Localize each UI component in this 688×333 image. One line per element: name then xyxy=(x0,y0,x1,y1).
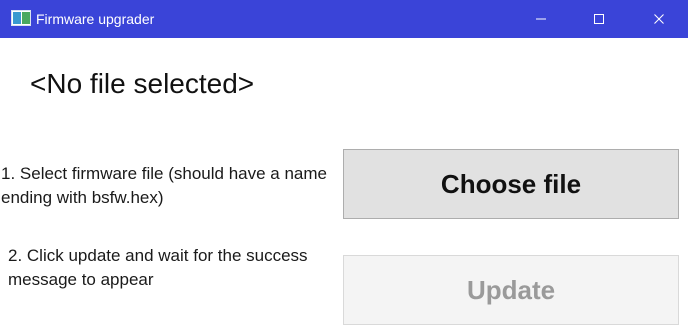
close-button[interactable] xyxy=(636,0,682,38)
choose-file-button[interactable]: Choose file xyxy=(343,149,679,219)
step-1-instruction: 1. Select firmware file (should have a n… xyxy=(1,164,327,207)
minimize-button[interactable] xyxy=(518,0,564,38)
minimize-icon xyxy=(536,18,546,20)
firmware-upgrader-window: Firmware upgrader <No file selected> 1. … xyxy=(0,0,688,333)
app-window-icon xyxy=(11,10,31,26)
window-title: Firmware upgrader xyxy=(36,11,155,27)
title-bar[interactable]: Firmware upgrader xyxy=(0,0,688,38)
step-2-instruction: 2. Click update and wait for the success… xyxy=(8,246,308,289)
maximize-button[interactable] xyxy=(576,0,622,38)
selected-file-label: <No file selected> xyxy=(30,68,255,99)
close-icon xyxy=(654,14,664,24)
update-button[interactable]: Update xyxy=(343,255,679,325)
maximize-icon xyxy=(594,14,604,24)
